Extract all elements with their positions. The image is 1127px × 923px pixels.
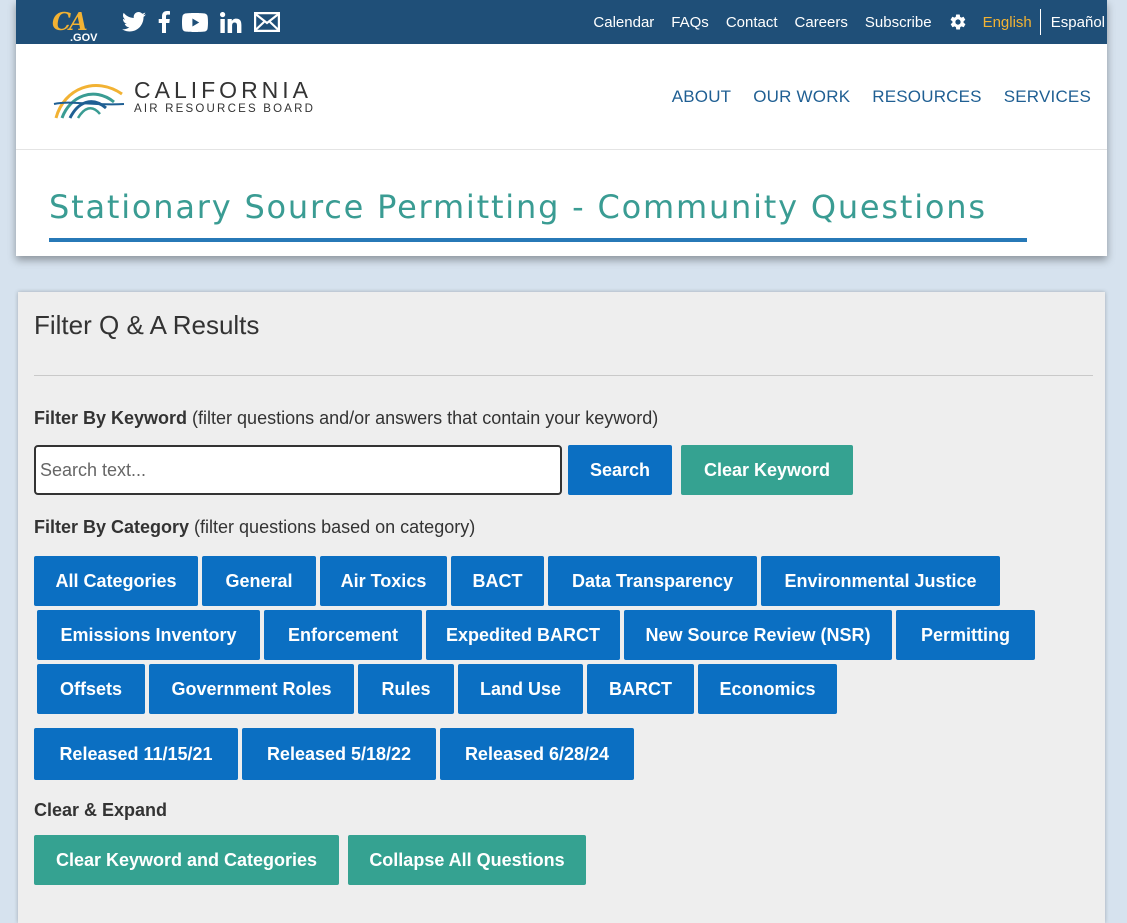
gear-icon[interactable] [949,13,967,31]
language-spanish[interactable]: Español [1051,14,1105,31]
twitter-icon[interactable] [122,12,146,32]
nav-resources[interactable]: RESOURCES [872,87,982,107]
category-row-1: All Categories General Air Toxics BACT D… [34,556,1093,606]
site-header: CALIFORNIA AIR RESOURCES BOARD ABOUT OUR… [16,44,1107,150]
category-rules[interactable]: Rules [358,664,454,714]
logo-sub-text: AIR RESOURCES BOARD [134,102,316,115]
page-title-area: Stationary Source Permitting - Community… [16,150,1107,242]
carb-logo-text: CALIFORNIA AIR RESOURCES BOARD [134,78,315,116]
carb-logo[interactable]: CALIFORNIA AIR RESOURCES BOARD [52,74,315,120]
social-links [122,11,280,33]
linkedin-icon[interactable] [220,11,242,33]
utility-links: Calendar FAQs Contact Careers Subscribe … [593,0,1107,44]
title-underline [49,238,1027,242]
language-english[interactable]: English [983,14,1032,31]
carb-logo-mark [53,83,125,119]
site-header-frame: CA .GOV Calendar FAQs Contact Careers Su… [16,0,1107,256]
search-input[interactable] [34,445,562,495]
utility-bar-left: CA .GOV [52,4,280,44]
keyword-hint: (filter questions and/or answers that co… [187,408,659,428]
category-label: Filter By Category [34,517,190,537]
filter-panel-divider [34,375,1093,376]
keyword-search-row: Search Clear Keyword [34,445,1093,495]
ca-gov-logo-suffix: .GOV [70,32,98,44]
nav-our-work[interactable]: OUR WORK [753,87,850,107]
language-divider [1039,9,1041,35]
category-general[interactable]: General [202,556,316,606]
category-land-use[interactable]: Land Use [458,664,583,714]
category-barct[interactable]: BARCT [587,664,694,714]
release-2022-05-18[interactable]: Released 5/18/22 [242,728,436,780]
calendar-link[interactable]: Calendar [593,14,654,31]
filter-panel-title: Filter Q & A Results [34,310,260,340]
clear-all-button[interactable]: Clear Keyword and Categories [34,835,339,885]
category-buttons: All Categories General Air Toxics BACT D… [34,556,1093,780]
clear-expand-row: Clear Keyword and Categories Collapse Al… [34,835,1093,885]
ca-gov-logo[interactable]: CA .GOV [52,4,100,44]
filter-panel: Filter Q & A Results Filter By Keyword (… [18,292,1105,923]
search-button[interactable]: Search [568,445,672,495]
utility-bar: CA .GOV Calendar FAQs Contact Careers Su… [16,0,1107,44]
category-filter-label: Filter By Category (filter questions bas… [34,517,1093,538]
release-2024-06-28[interactable]: Released 6/28/24 [440,728,634,780]
category-government-roles[interactable]: Government Roles [149,664,354,714]
release-row: Released 11/15/21 Released 5/18/22 Relea… [34,728,1093,780]
category-environmental-justice[interactable]: Environmental Justice [761,556,1000,606]
faqs-link[interactable]: FAQs [671,14,709,31]
category-emissions-inventory[interactable]: Emissions Inventory [37,610,260,660]
collapse-all-button[interactable]: Collapse All Questions [348,835,586,885]
contact-link[interactable]: Contact [726,14,778,31]
category-new-source-review[interactable]: New Source Review (NSR) [624,610,892,660]
keyword-label: Filter By Keyword [34,408,188,428]
nav-services[interactable]: SERVICES [1004,87,1091,107]
category-enforcement[interactable]: Enforcement [264,610,422,660]
category-expedited-barct[interactable]: Expedited BARCT [426,610,620,660]
subscribe-link[interactable]: Subscribe [865,14,932,31]
keyword-filter-label: Filter By Keyword (filter questions and/… [34,408,1093,429]
category-all[interactable]: All Categories [34,556,198,606]
main-nav: ABOUT OUR WORK RESOURCES SERVICES [672,87,1091,107]
category-offsets[interactable]: Offsets [37,664,145,714]
careers-link[interactable]: Careers [795,14,848,31]
release-2021-11-15[interactable]: Released 11/15/21 [34,728,238,780]
clear-expand-label: Clear & Expand [34,800,168,820]
category-permitting[interactable]: Permitting [896,610,1035,660]
category-economics[interactable]: Economics [698,664,837,714]
email-icon[interactable] [254,12,280,32]
category-bact[interactable]: BACT [451,556,544,606]
category-data-transparency[interactable]: Data Transparency [548,556,757,606]
category-air-toxics[interactable]: Air Toxics [320,556,447,606]
category-hint: (filter questions based on category) [189,517,476,537]
nav-about[interactable]: ABOUT [672,87,732,107]
page-title: Stationary Source Permitting - Community… [49,188,987,226]
clear-keyword-button[interactable]: Clear Keyword [681,445,853,495]
logo-main-text: CALIFORNIA [134,76,313,103]
category-row-2: Emissions Inventory Enforcement Expedite… [34,610,1093,660]
facebook-icon[interactable] [158,11,170,33]
youtube-icon[interactable] [182,12,208,32]
category-row-3: Offsets Government Roles Rules Land Use … [34,664,1093,714]
